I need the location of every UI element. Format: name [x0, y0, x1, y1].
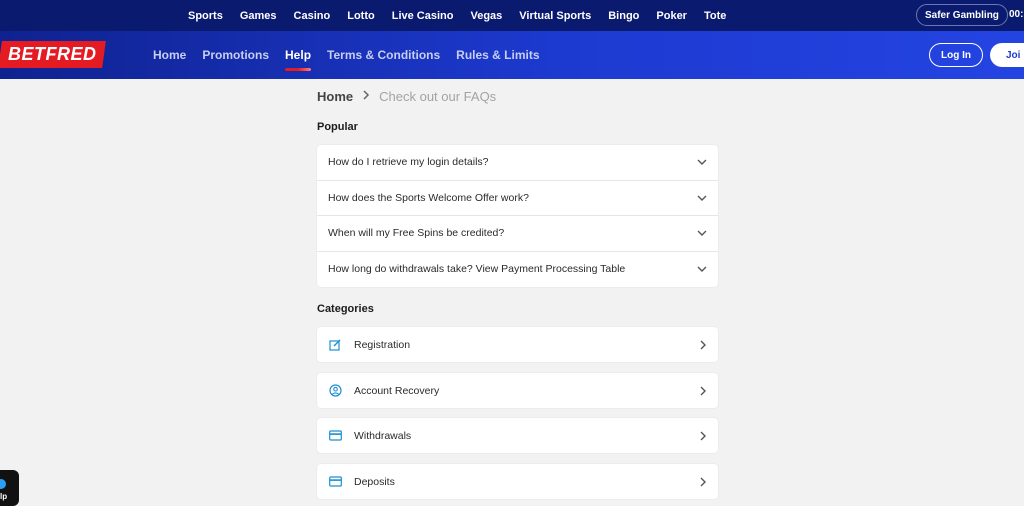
safer-gambling-button[interactable]: Safer Gambling [916, 4, 1008, 26]
popular-faq-list: How do I retrieve my login details? How … [317, 145, 718, 287]
card-icon [328, 475, 342, 489]
chevron-down-icon [697, 158, 707, 166]
nav-rules-limits[interactable]: Rules & Limits [456, 48, 539, 62]
product-nav-bingo[interactable]: Bingo [608, 10, 639, 22]
login-button[interactable]: Log In [929, 43, 983, 67]
category-registration[interactable]: Registration [317, 327, 718, 362]
product-nav: Sports Games Casino Lotto Live Casino Ve… [188, 0, 743, 31]
chevron-right-icon [699, 386, 707, 396]
edit-icon [328, 338, 342, 352]
chevron-right-icon [699, 477, 707, 487]
betfred-logo[interactable]: BETFRED [0, 41, 106, 68]
card-icon [328, 429, 342, 443]
product-nav-games[interactable]: Games [240, 10, 277, 22]
categories-heading: Categories [317, 303, 374, 315]
breadcrumb: Home Check out our FAQs [317, 87, 496, 105]
help-widget-button[interactable]: lp [0, 470, 19, 506]
join-button[interactable]: Joi [990, 43, 1024, 67]
top-utility-bar: Sports Games Casino Lotto Live Casino Ve… [0, 0, 1024, 31]
faq-question: How long do withdrawals take? View Payme… [328, 263, 626, 276]
product-nav-live-casino[interactable]: Live Casino [392, 10, 454, 22]
category-account-recovery[interactable]: Account Recovery [317, 373, 718, 408]
chevron-right-icon [699, 340, 707, 350]
nav-terms-conditions[interactable]: Terms & Conditions [327, 48, 440, 62]
category-label: Account Recovery [354, 384, 440, 397]
product-nav-sports[interactable]: Sports [188, 10, 223, 22]
faq-question: How do I retrieve my login details? [328, 156, 489, 169]
category-label: Deposits [354, 475, 395, 488]
product-nav-casino[interactable]: Casino [294, 10, 331, 22]
category-withdrawals[interactable]: Withdrawals [317, 418, 718, 453]
category-deposits[interactable]: Deposits [317, 464, 718, 499]
nav-promotions[interactable]: Promotions [202, 48, 269, 62]
faq-question: How does the Sports Welcome Offer work? [328, 191, 529, 204]
help-widget-label: lp [0, 492, 8, 501]
faq-item[interactable]: When will my Free Spins be credited? [317, 216, 718, 252]
popular-heading: Popular [317, 121, 358, 133]
chat-icon [0, 479, 6, 489]
chevron-down-icon [697, 265, 707, 273]
product-nav-poker[interactable]: Poker [656, 10, 687, 22]
nav-home[interactable]: Home [153, 48, 186, 62]
chevron-right-icon [362, 89, 370, 103]
breadcrumb-current: Check out our FAQs [379, 88, 497, 104]
product-nav-virtual-sports[interactable]: Virtual Sports [519, 10, 591, 22]
chevron-down-icon [697, 229, 707, 237]
product-nav-tote[interactable]: Tote [704, 10, 726, 22]
faq-question: When will my Free Spins be credited? [328, 227, 505, 240]
faq-item[interactable]: How long do withdrawals take? View Payme… [317, 252, 718, 288]
logo-text: BETFRED [7, 44, 97, 64]
main-nav: Home Promotions Help Terms & Conditions … [153, 31, 556, 79]
faq-item[interactable]: How do I retrieve my login details? [317, 145, 718, 181]
category-label: Withdrawals [354, 429, 412, 442]
main-header: BETFRED Home Promotions Help Terms & Con… [0, 31, 1024, 79]
user-circle-icon [328, 384, 342, 398]
chevron-right-icon [699, 431, 707, 441]
faq-item[interactable]: How does the Sports Welcome Offer work? [317, 181, 718, 216]
product-nav-lotto[interactable]: Lotto [347, 10, 374, 22]
category-label: Registration [354, 338, 411, 351]
chevron-down-icon [697, 194, 707, 202]
clock: 00: [1009, 9, 1024, 20]
product-nav-vegas[interactable]: Vegas [470, 10, 502, 22]
breadcrumb-home[interactable]: Home [317, 89, 353, 104]
nav-help[interactable]: Help [285, 48, 312, 71]
